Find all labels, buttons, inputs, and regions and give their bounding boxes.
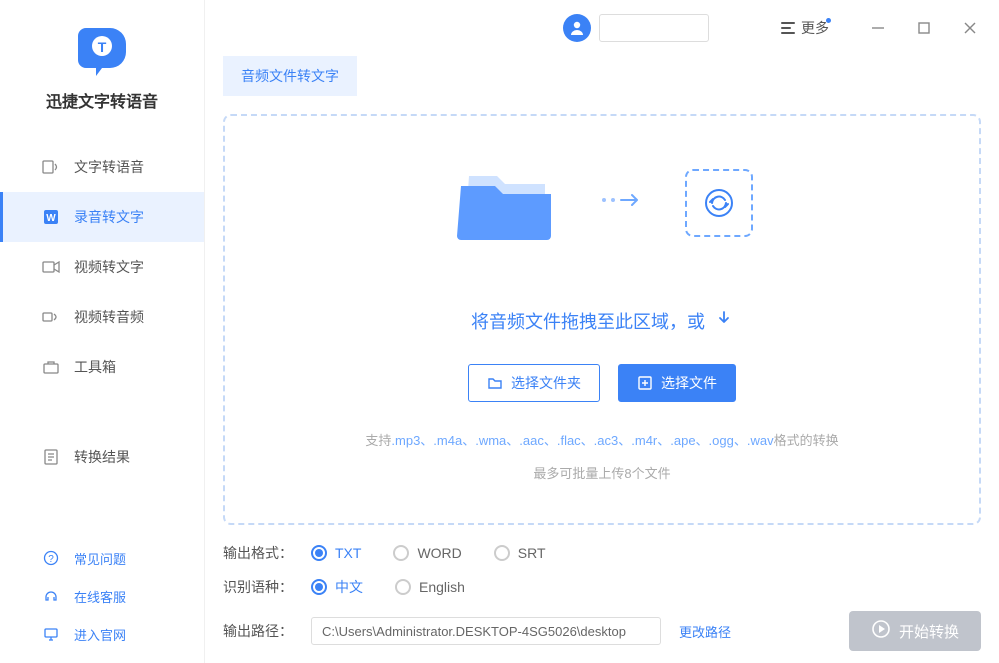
text-to-speech-icon bbox=[42, 158, 60, 176]
convert-icon bbox=[685, 169, 753, 237]
tab-bar: 音频文件转文字 bbox=[223, 56, 981, 96]
close-button[interactable] bbox=[961, 19, 979, 37]
headset-icon bbox=[42, 587, 60, 605]
format-srt-radio[interactable]: SRT bbox=[494, 545, 546, 561]
output-format-group: TXT WORD SRT bbox=[311, 545, 546, 561]
nav-label: 工具箱 bbox=[74, 357, 116, 377]
output-path-row: 输出路径： 更改路径 开始转换 bbox=[223, 611, 981, 651]
dropzone[interactable]: 将音频文件拖拽至此区域，或 选择文件夹 选择文件 支持.mp3、.m4a、.wm… bbox=[223, 114, 981, 525]
more-button[interactable]: 更多 bbox=[781, 18, 829, 38]
link-support[interactable]: 在线客服 bbox=[0, 577, 204, 615]
folder-outline-icon bbox=[487, 375, 503, 391]
bottom-links: ? 常见问题 在线客服 进入官网 bbox=[0, 539, 204, 663]
user-avatar-icon bbox=[563, 14, 591, 42]
settings-panel: 输出格式： TXT WORD SRT 识别语种： 中文 English 输出路径 bbox=[223, 543, 981, 651]
maximize-button[interactable] bbox=[915, 19, 933, 37]
more-label: 更多 bbox=[801, 18, 829, 38]
language-group: 中文 English bbox=[311, 577, 465, 597]
video-to-text-icon bbox=[42, 258, 60, 276]
link-faq[interactable]: ? 常见问题 bbox=[0, 539, 204, 577]
radio-icon bbox=[494, 545, 510, 561]
window-controls bbox=[869, 19, 979, 37]
format-word-radio[interactable]: WORD bbox=[393, 545, 461, 561]
link-label: 进入官网 bbox=[74, 625, 126, 644]
link-label: 在线客服 bbox=[74, 587, 126, 606]
nav-video-to-audio[interactable]: 视频转音频 bbox=[0, 292, 204, 342]
dropzone-title: 将音频文件拖拽至此区域，或 bbox=[471, 308, 733, 334]
nav-label: 视频转音频 bbox=[74, 307, 144, 327]
monitor-icon bbox=[42, 625, 60, 643]
output-format-row: 输出格式： TXT WORD SRT bbox=[223, 543, 981, 563]
nav-results[interactable]: 转换结果 bbox=[0, 432, 204, 482]
svg-text:T: T bbox=[98, 39, 107, 55]
minimize-button[interactable] bbox=[869, 19, 887, 37]
user-area[interactable] bbox=[563, 14, 709, 42]
output-path-label: 输出路径： bbox=[223, 621, 293, 641]
user-name-box bbox=[599, 14, 709, 42]
lang-en-radio[interactable]: English bbox=[395, 577, 465, 597]
arrow-right-icon bbox=[601, 190, 645, 216]
nav-toolbox[interactable]: 工具箱 bbox=[0, 342, 204, 392]
nav-label: 录音转文字 bbox=[74, 207, 144, 227]
content: 音频文件转文字 bbox=[205, 56, 999, 663]
upload-limit-text: 最多可批量上传8个文件 bbox=[533, 463, 670, 482]
nav-label: 视频转文字 bbox=[74, 257, 144, 277]
arrow-down-icon bbox=[715, 309, 733, 332]
link-label: 常见问题 bbox=[74, 549, 126, 568]
titlebar: 更多 bbox=[205, 0, 999, 56]
folder-icon bbox=[451, 158, 561, 248]
link-website[interactable]: 进入官网 bbox=[0, 615, 204, 653]
tab-audio-to-text[interactable]: 音频文件转文字 bbox=[223, 56, 357, 96]
nav-label: 文字转语音 bbox=[74, 157, 144, 177]
sidebar: T 迅捷文字转语音 文字转语音 W 录音转文字 视频转文字 视频转音频 bbox=[0, 0, 205, 663]
select-folder-button[interactable]: 选择文件夹 bbox=[468, 364, 600, 402]
dropzone-visual bbox=[451, 158, 753, 248]
language-label: 识别语种： bbox=[223, 577, 293, 597]
radio-icon bbox=[395, 579, 411, 595]
svg-text:?: ? bbox=[48, 554, 54, 565]
svg-text:W: W bbox=[46, 213, 56, 224]
format-txt-radio[interactable]: TXT bbox=[311, 545, 361, 561]
nav-audio-to-text[interactable]: W 录音转文字 bbox=[0, 192, 204, 242]
menu-lines-icon bbox=[781, 22, 795, 34]
toolbox-icon bbox=[42, 358, 60, 376]
output-path-input[interactable] bbox=[311, 617, 661, 645]
play-circle-icon bbox=[871, 619, 891, 643]
app-logo-icon: T bbox=[74, 20, 130, 76]
dropzone-buttons: 选择文件夹 选择文件 bbox=[468, 364, 736, 402]
supported-formats-text: 支持.mp3、.m4a、.wma、.aac、.flac、.ac3、.m4r、.a… bbox=[365, 430, 838, 449]
main-area: 更多 音频文件转文字 bbox=[205, 0, 999, 663]
question-icon: ? bbox=[42, 549, 60, 567]
nav-video-to-text[interactable]: 视频转文字 bbox=[0, 242, 204, 292]
results-icon bbox=[42, 448, 60, 466]
app-name: 迅捷文字转语音 bbox=[46, 88, 158, 112]
radio-icon bbox=[311, 579, 327, 595]
language-row: 识别语种： 中文 English bbox=[223, 577, 981, 597]
nav-list: 文字转语音 W 录音转文字 视频转文字 视频转音频 工具箱 转换结果 bbox=[0, 142, 204, 539]
select-file-button[interactable]: 选择文件 bbox=[618, 364, 736, 402]
change-path-link[interactable]: 更改路径 bbox=[679, 622, 731, 641]
video-to-audio-icon bbox=[42, 308, 60, 326]
logo-area: T 迅捷文字转语音 bbox=[0, 0, 204, 142]
nav-label: 转换结果 bbox=[74, 447, 130, 467]
audio-to-text-icon: W bbox=[42, 208, 60, 226]
output-format-label: 输出格式： bbox=[223, 543, 293, 563]
nav-text-to-speech[interactable]: 文字转语音 bbox=[0, 142, 204, 192]
radio-icon bbox=[393, 545, 409, 561]
radio-icon bbox=[311, 545, 327, 561]
plus-box-icon bbox=[637, 375, 653, 391]
start-convert-button[interactable]: 开始转换 bbox=[849, 611, 981, 651]
app-window: T 迅捷文字转语音 文字转语音 W 录音转文字 视频转文字 视频转音频 bbox=[0, 0, 999, 663]
lang-zh-radio[interactable]: 中文 bbox=[311, 577, 363, 597]
